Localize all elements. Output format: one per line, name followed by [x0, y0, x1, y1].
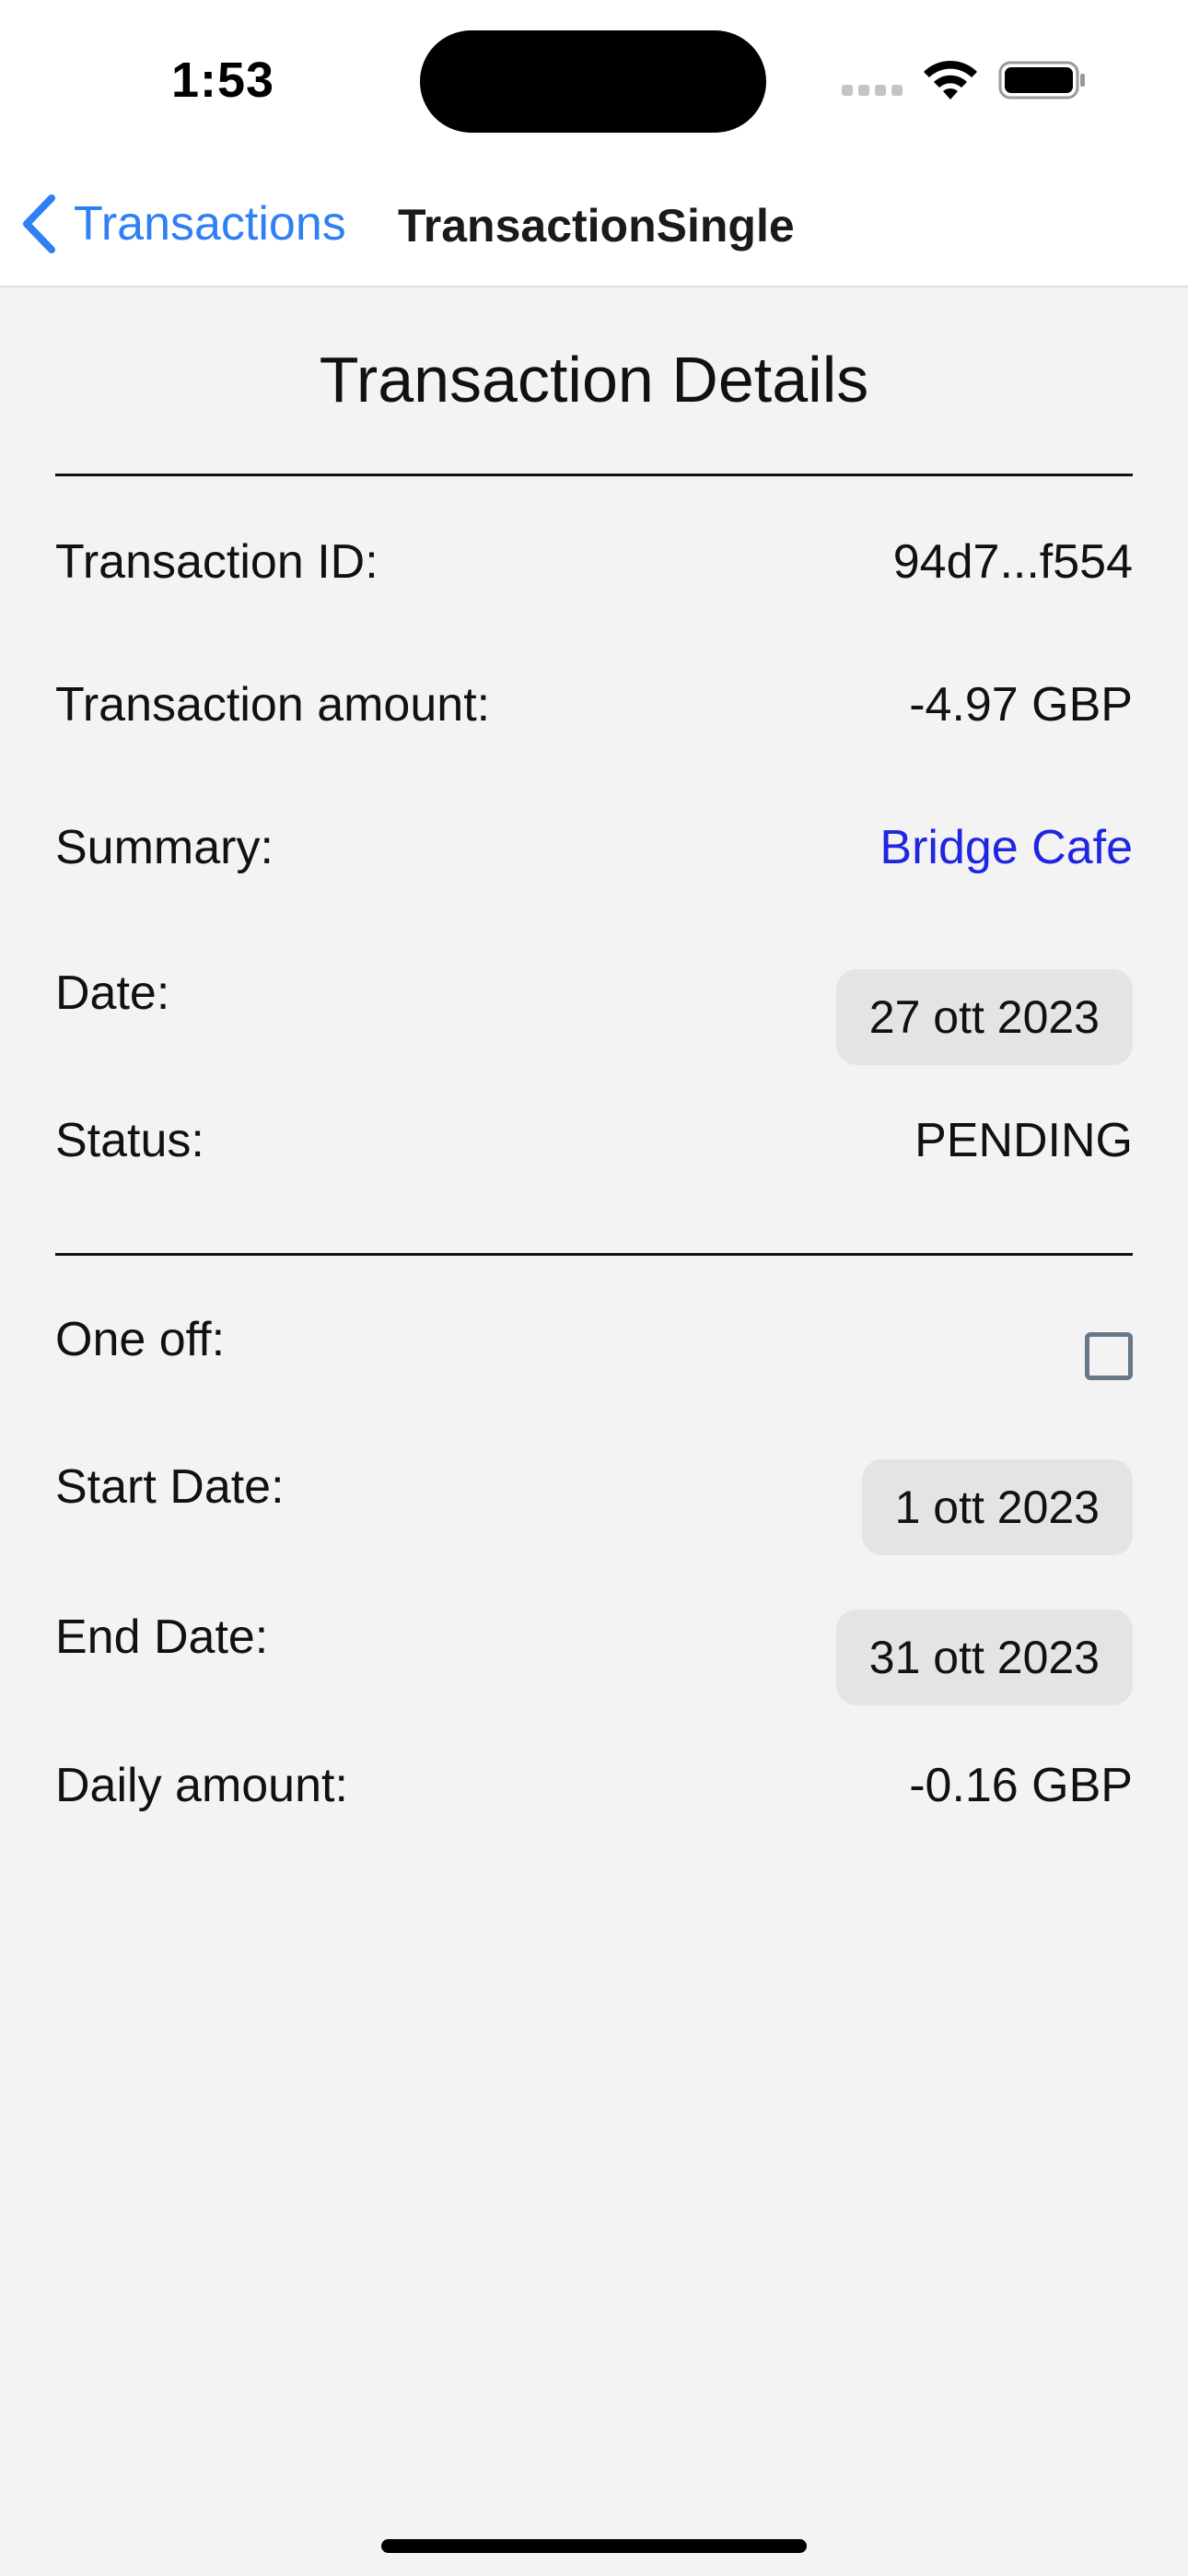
transaction-id-row: Transaction ID: 94d7...f554	[55, 534, 1133, 636]
transaction-id-value: 94d7...f554	[892, 535, 1133, 589]
end-date-label: End Date:	[55, 1610, 269, 1664]
chevron-left-icon	[23, 194, 55, 253]
one-off-label: One off:	[55, 1313, 226, 1366]
status-time: 1:53	[171, 53, 275, 108]
end-date-picker[interactable]: 31 ott 2023	[835, 1610, 1133, 1705]
divider-middle	[55, 1253, 1133, 1256]
status-row: Status: PENDING	[55, 1113, 1133, 1214]
cellular-signal-icon	[842, 85, 904, 98]
transaction-amount-row: Transaction amount: -4.97 GBP	[55, 677, 1133, 779]
page-title: Transaction Details	[319, 344, 869, 416]
one-off-checkbox[interactable]	[1085, 1332, 1133, 1380]
back-button-label: Transactions	[74, 197, 346, 251]
start-date-picker[interactable]: 1 ott 2023	[861, 1459, 1133, 1555]
summary-row: Summary: Bridge Cafe	[55, 820, 1133, 921]
divider-top	[55, 474, 1133, 476]
date-picker[interactable]: 27 ott 2023	[835, 969, 1133, 1065]
daily-amount-row: Daily amount: -0.16 GBP	[55, 1758, 1133, 1859]
wifi-icon	[924, 60, 977, 100]
back-button[interactable]: Transactions	[20, 192, 346, 256]
navigation-bar: Transactions TransactionSingle	[0, 157, 1188, 287]
home-indicator	[381, 2539, 807, 2553]
dynamic-island	[420, 30, 766, 133]
start-date-row: Start Date: 1 ott 2023	[55, 1459, 1133, 1561]
summary-link[interactable]: Bridge Cafe	[879, 820, 1133, 875]
start-date-label: Start Date:	[55, 1460, 285, 1514]
transaction-amount-label: Transaction amount:	[55, 678, 491, 732]
end-date-row: End Date: 31 ott 2023	[55, 1610, 1133, 1711]
transaction-amount-value: -4.97 GBP	[909, 678, 1133, 732]
summary-label: Summary:	[55, 821, 274, 874]
daily-amount-label: Daily amount:	[55, 1759, 348, 1812]
status-value: PENDING	[914, 1114, 1133, 1167]
nav-title: TransactionSingle	[398, 200, 795, 252]
transaction-id-label: Transaction ID:	[55, 535, 379, 589]
status-label: Status:	[55, 1114, 204, 1167]
date-row: Date: 27 ott 2023	[55, 966, 1133, 1067]
daily-amount-value: -0.16 GBP	[909, 1759, 1133, 1812]
date-label: Date:	[55, 966, 170, 1020]
status-bar: 1:53	[0, 0, 1188, 157]
one-off-row: One off:	[55, 1312, 1133, 1413]
battery-icon	[998, 61, 1085, 100]
